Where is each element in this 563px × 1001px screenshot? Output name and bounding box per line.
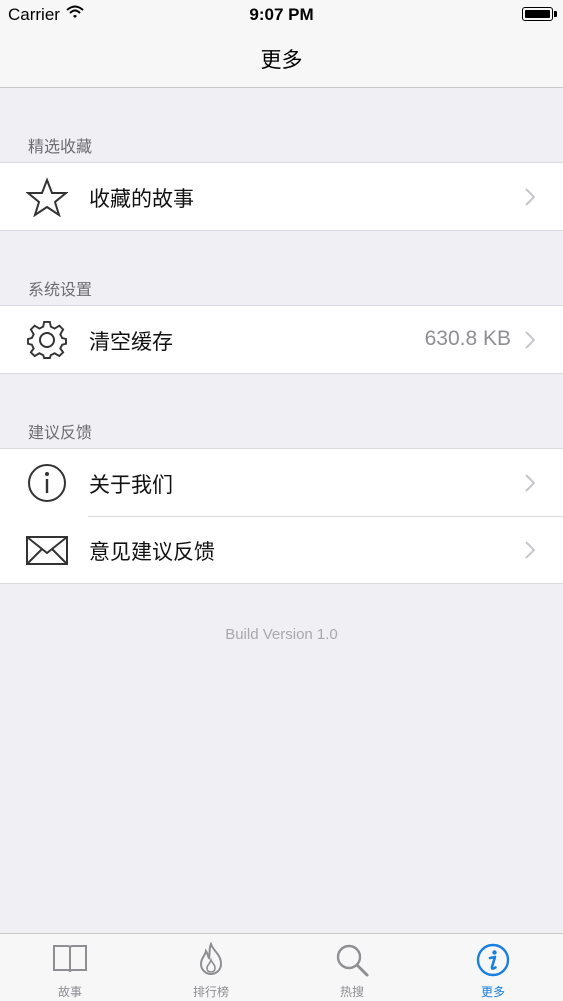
- search-icon: [336, 944, 369, 977]
- status-bar: Carrier 9:07 PM: [0, 0, 563, 30]
- chevron-right-icon: [525, 188, 535, 206]
- cache-size-value: 630.8 KB: [424, 327, 511, 350]
- flame-icon: [199, 942, 223, 976]
- section-header-favorites: 精选收藏: [28, 137, 93, 156]
- row-label: 清空缓存: [89, 330, 173, 354]
- tab-label: 故事: [57, 985, 82, 999]
- star-icon: [26, 177, 68, 217]
- clear-cache-row[interactable]: 清空缓存 630.8 KB: [0, 306, 563, 373]
- tab-more[interactable]: 更多: [423, 934, 563, 1001]
- build-version: Build Version 1.0: [225, 626, 338, 643]
- info-icon: [28, 464, 66, 502]
- tab-label: 热搜: [339, 985, 364, 999]
- tab-hot-search[interactable]: 热搜: [282, 934, 422, 1001]
- about-us-row[interactable]: 关于我们: [0, 449, 563, 516]
- chevron-right-icon: [525, 331, 535, 349]
- feedback-group: 关于我们 意见建议反馈: [0, 448, 563, 584]
- info-icon: [476, 943, 510, 977]
- tab-ranking[interactable]: 排行榜: [141, 934, 281, 1001]
- tab-stories[interactable]: 故事: [0, 934, 140, 1001]
- settings-group: 清空缓存 630.8 KB: [0, 305, 563, 374]
- favorite-stories-row[interactable]: 收藏的故事: [0, 163, 563, 230]
- book-icon: [53, 945, 87, 973]
- clock: 9:07 PM: [249, 5, 314, 24]
- tab-label: 更多: [480, 985, 505, 999]
- page-title: 更多: [260, 48, 303, 72]
- tab-label: 排行榜: [192, 985, 229, 999]
- section-header-settings: 系统设置: [28, 280, 93, 299]
- envelope-icon: [26, 536, 68, 565]
- navigation-bar: 更多: [0, 30, 563, 88]
- row-label: 收藏的故事: [89, 187, 194, 211]
- feedback-row[interactable]: 意见建议反馈: [0, 516, 563, 583]
- chevron-right-icon: [525, 541, 535, 559]
- row-label: 关于我们: [89, 473, 173, 497]
- battery-icon: [522, 7, 553, 21]
- tab-bar: 故事 排行榜 热搜 更多: [0, 933, 563, 1001]
- battery-tip: [554, 11, 557, 17]
- favorites-group: 收藏的故事: [0, 162, 563, 231]
- gear-icon: [27, 320, 67, 359]
- row-label: 意见建议反馈: [89, 540, 215, 564]
- section-header-feedback: 建议反馈: [28, 423, 93, 442]
- chevron-right-icon: [525, 474, 535, 492]
